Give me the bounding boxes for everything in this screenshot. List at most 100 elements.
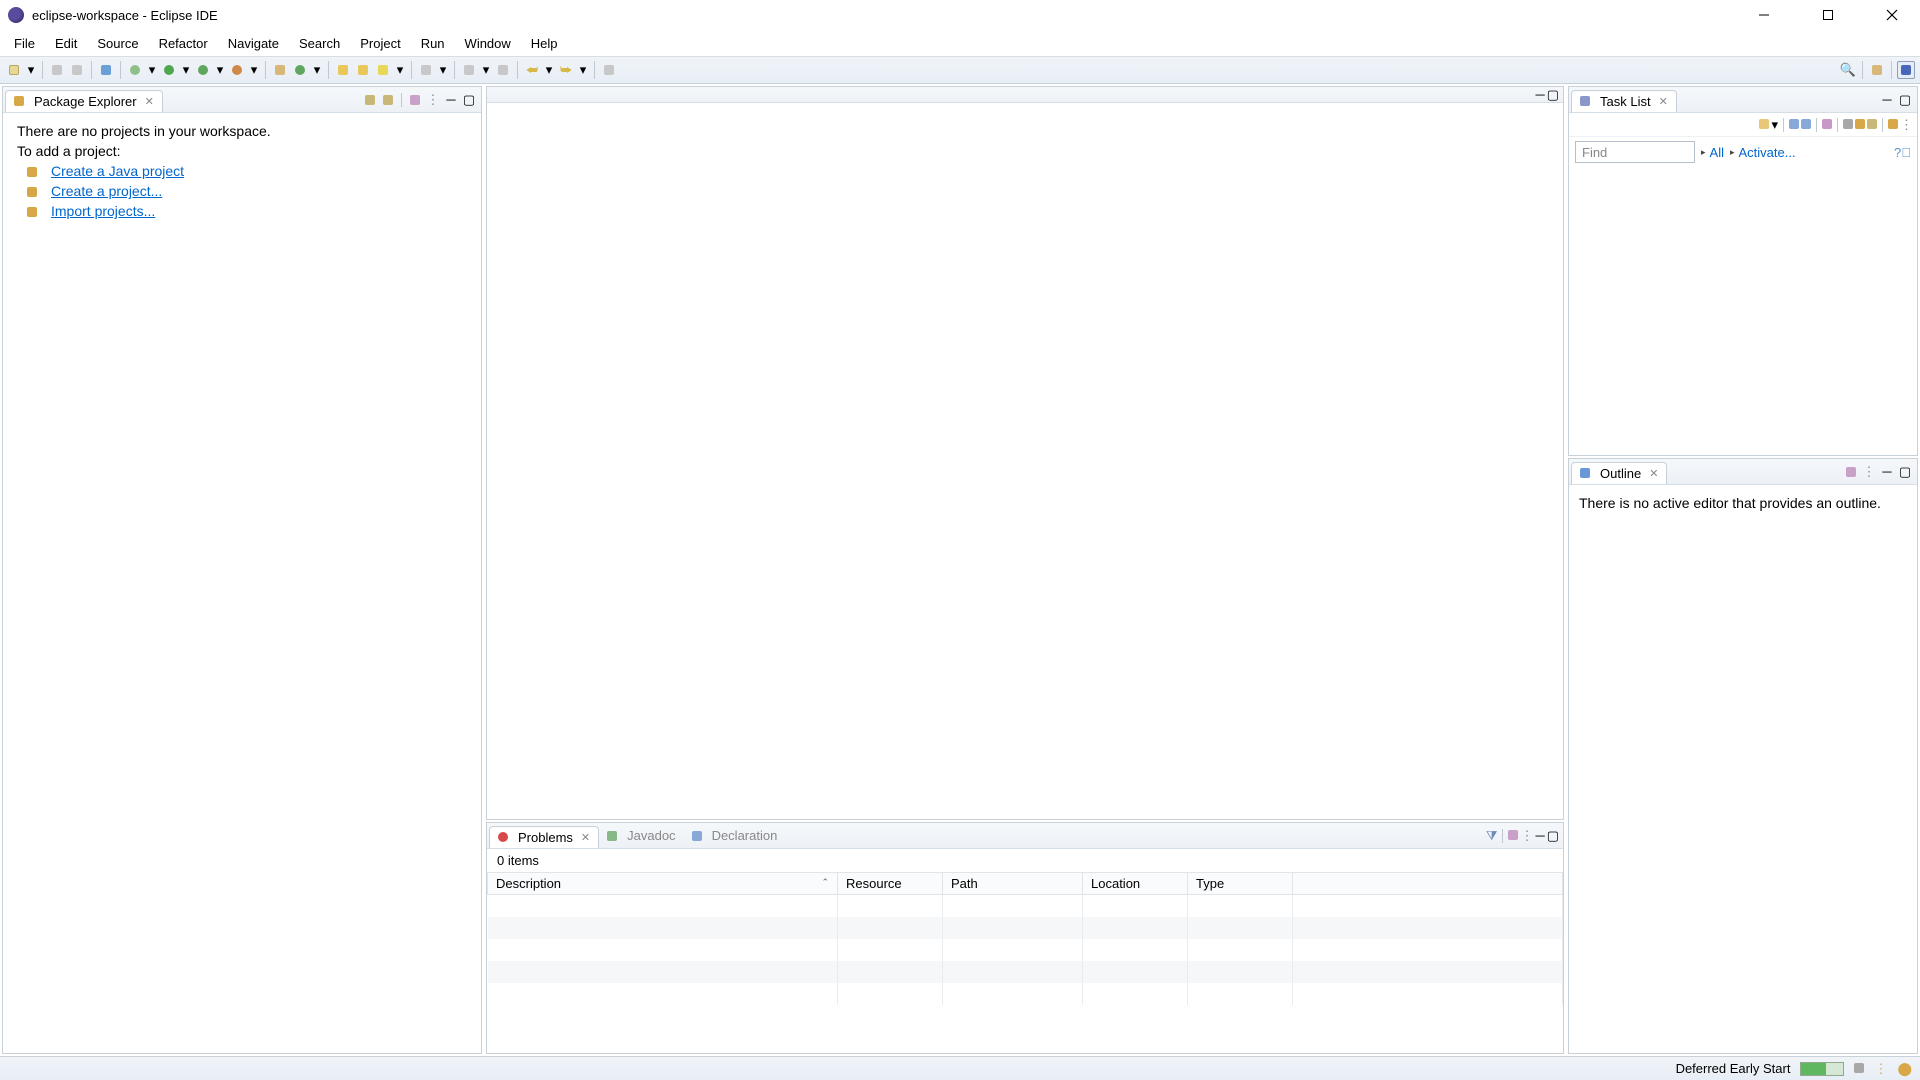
outline-tab[interactable]: Outline ✕ xyxy=(1571,462,1667,484)
gc-button-icon[interactable] xyxy=(1854,1061,1864,1076)
debug-button[interactable] xyxy=(126,61,144,79)
menu-project[interactable]: Project xyxy=(350,32,410,55)
editor-maximize-button[interactable]: ▢ xyxy=(1547,87,1559,103)
coverage-dropdown[interactable]: ▾ xyxy=(214,61,226,79)
quick-access-search-icon[interactable]: 🔍 xyxy=(1839,61,1857,79)
back-button[interactable]: ⮨ xyxy=(523,61,541,79)
maximize-view-button[interactable]: ▢ xyxy=(1547,828,1559,844)
view-menu-button[interactable]: ⋮ xyxy=(1861,464,1877,480)
link-editor-button[interactable] xyxy=(380,92,396,108)
javadoc-tab[interactable]: Javadoc xyxy=(599,825,683,846)
view-menu-button[interactable]: ⋮ xyxy=(1900,117,1913,133)
prev-annotation-button[interactable] xyxy=(494,61,512,79)
next-annotation-button[interactable] xyxy=(460,61,478,79)
maximize-button[interactable] xyxy=(1808,1,1848,29)
menu-help[interactable]: Help xyxy=(521,32,568,55)
help-icon[interactable]: ?⃝ xyxy=(1894,145,1911,160)
focus-task-button[interactable] xyxy=(407,92,423,108)
search-button[interactable] xyxy=(374,61,392,79)
external-tools-button[interactable] xyxy=(228,61,246,79)
menu-source[interactable]: Source xyxy=(87,32,148,55)
new-dropdown[interactable]: ▾ xyxy=(25,61,37,79)
col-description[interactable]: Description⌃ xyxy=(488,873,838,895)
focus-workweek-button[interactable] xyxy=(1822,117,1832,132)
menu-run[interactable]: Run xyxy=(411,32,455,55)
task-ui-legend-button[interactable] xyxy=(1888,117,1898,132)
hide-completed-button[interactable] xyxy=(1843,117,1853,132)
menu-edit[interactable]: Edit xyxy=(45,32,87,55)
open-perspective-button[interactable] xyxy=(1868,61,1886,79)
minimize-button[interactable] xyxy=(1744,1,1784,29)
focus-task-button[interactable] xyxy=(1508,828,1518,843)
toggle-breadcrumb-dropdown[interactable]: ▾ xyxy=(437,61,449,79)
menu-navigate[interactable]: Navigate xyxy=(218,32,289,55)
minimize-view-button[interactable]: ─ xyxy=(1879,92,1895,108)
minimize-view-button[interactable]: ─ xyxy=(1535,828,1544,843)
col-location[interactable]: Location xyxy=(1083,873,1188,895)
view-menu-button[interactable]: ⋮ xyxy=(425,92,441,108)
pin-editor-button[interactable] xyxy=(600,61,618,79)
new-button[interactable] xyxy=(5,61,23,79)
tip-of-day-icon[interactable]: ⋮ xyxy=(1874,1061,1887,1077)
search-dropdown[interactable]: ▾ xyxy=(394,61,406,79)
cursor-icon[interactable] xyxy=(97,61,115,79)
task-list-tab[interactable]: Task List ✕ xyxy=(1571,90,1677,112)
view-menu-button[interactable]: ⋮ xyxy=(1520,828,1533,844)
problems-table[interactable]: Description⌃ Resource Path Location Type xyxy=(487,872,1563,1053)
save-all-button[interactable] xyxy=(68,61,86,79)
import-projects-link[interactable]: Import projects... xyxy=(51,203,155,219)
updates-icon[interactable]: ⬤ xyxy=(1897,1061,1912,1077)
declaration-tab[interactable]: Declaration xyxy=(684,825,786,846)
heap-status-indicator[interactable] xyxy=(1800,1062,1844,1076)
create-project-link[interactable]: Create a project... xyxy=(51,183,162,199)
save-button[interactable] xyxy=(48,61,66,79)
categorize-button[interactable] xyxy=(1789,117,1799,132)
minimize-view-button[interactable]: ─ xyxy=(443,92,459,108)
new-task-dropdown[interactable]: ▾ xyxy=(1771,117,1778,133)
maximize-view-button[interactable]: ▢ xyxy=(461,92,477,108)
menu-file[interactable]: File xyxy=(4,32,45,55)
find-input[interactable] xyxy=(1575,141,1695,163)
menu-refactor[interactable]: Refactor xyxy=(149,32,218,55)
activate-link[interactable]: ▸Activate... xyxy=(1730,145,1796,160)
forward-button[interactable]: ⮩ xyxy=(557,61,575,79)
all-filter-link[interactable]: ▸All xyxy=(1701,145,1724,160)
create-java-project-link[interactable]: Create a Java project xyxy=(51,163,184,179)
focus-task-button[interactable] xyxy=(1843,464,1859,480)
menu-window[interactable]: Window xyxy=(455,32,521,55)
close-tab-icon[interactable]: ✕ xyxy=(1659,95,1668,108)
minimize-view-button[interactable]: ─ xyxy=(1879,464,1895,480)
maximize-view-button[interactable]: ▢ xyxy=(1897,92,1913,108)
close-tab-icon[interactable]: ✕ xyxy=(581,831,590,844)
close-button[interactable] xyxy=(1872,1,1912,29)
problems-tab[interactable]: Problems ✕ xyxy=(489,826,599,848)
scheduled-button[interactable] xyxy=(1801,117,1811,132)
new-class-dropdown[interactable]: ▾ xyxy=(311,61,323,79)
debug-dropdown[interactable]: ▾ xyxy=(146,61,158,79)
collapse-all-button[interactable] xyxy=(1867,117,1877,132)
run-button[interactable] xyxy=(160,61,178,79)
new-task-button[interactable] xyxy=(1759,117,1769,132)
package-explorer-tab[interactable]: Package Explorer ✕ xyxy=(5,90,163,112)
run-dropdown[interactable]: ▾ xyxy=(180,61,192,79)
back-dropdown[interactable]: ▾ xyxy=(543,61,555,79)
close-tab-icon[interactable]: ✕ xyxy=(1649,467,1658,480)
menu-search[interactable]: Search xyxy=(289,32,350,55)
close-tab-icon[interactable]: ✕ xyxy=(145,95,154,108)
synchronize-button[interactable] xyxy=(1855,117,1865,132)
maximize-view-button[interactable]: ▢ xyxy=(1897,464,1913,480)
java-perspective-button[interactable] xyxy=(1897,61,1915,79)
forward-dropdown[interactable]: ▾ xyxy=(577,61,589,79)
filter-button[interactable]: ⧩ xyxy=(1486,828,1498,844)
col-type[interactable]: Type xyxy=(1188,873,1293,895)
coverage-button[interactable] xyxy=(194,61,212,79)
toggle-breadcrumb-button[interactable] xyxy=(417,61,435,79)
open-type-button[interactable] xyxy=(334,61,352,79)
collapse-all-button[interactable] xyxy=(362,92,378,108)
new-class-button[interactable] xyxy=(291,61,309,79)
col-resource[interactable]: Resource xyxy=(838,873,943,895)
col-path[interactable]: Path xyxy=(943,873,1083,895)
open-task-button[interactable] xyxy=(354,61,372,79)
next-annotation-dropdown[interactable]: ▾ xyxy=(480,61,492,79)
new-package-button[interactable] xyxy=(271,61,289,79)
